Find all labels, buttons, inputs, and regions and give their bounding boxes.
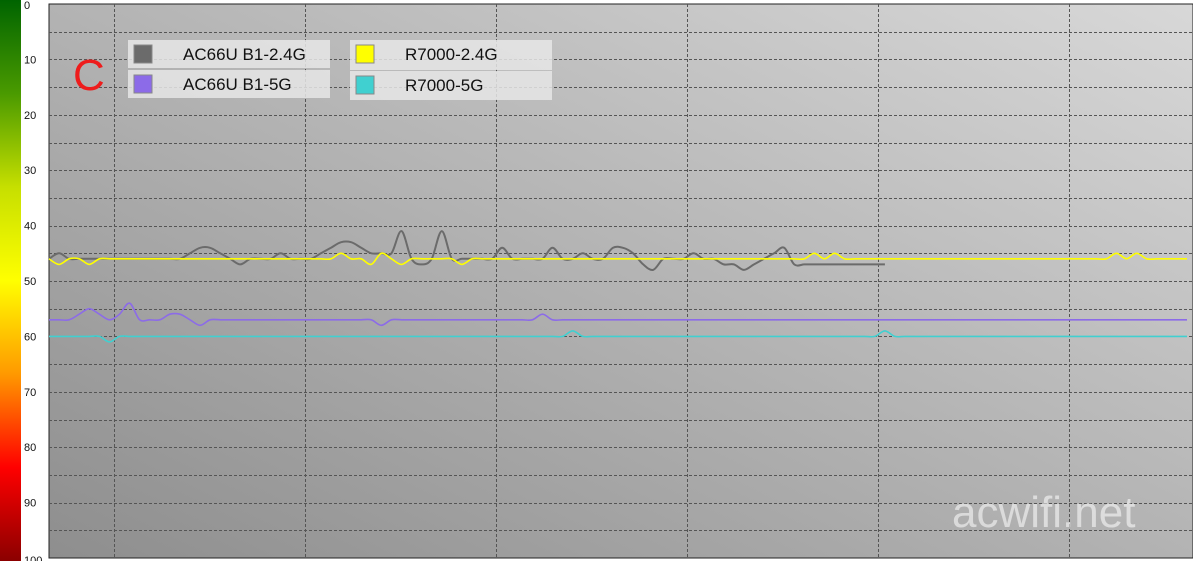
- y-tick-label: 10: [24, 54, 36, 66]
- y-tick-label: 50: [24, 276, 36, 288]
- signal-chart: 0 10 20 30 40 50 60 70 80 90 100 AC66U B1-2.4G AC66…: [0, 0, 1193, 561]
- y-tick-label: 70: [24, 387, 36, 399]
- legend-label-ac66u-b1-2-4g: AC66U B1-2.4G: [183, 45, 306, 64]
- y-tick-label: 20: [24, 110, 36, 122]
- y-tick-label: 30: [24, 165, 36, 177]
- signal-strength-gradient: [0, 0, 21, 561]
- y-tick-label: 60: [24, 331, 36, 343]
- chart-root: 0 10 20 30 40 50 60 70 80 90 100 AC66U B1-2.4G AC66…: [0, 0, 1193, 561]
- y-tick-label: 40: [24, 221, 36, 233]
- legend-label-r7000-2-4g: R7000-2.4G: [405, 45, 498, 64]
- annotation-letter: C: [73, 51, 105, 100]
- legend-label-ac66u-b1-5g: AC66U B1-5G: [183, 75, 292, 94]
- legend-swatch-ac66u-b1-2-4g: [133, 44, 153, 64]
- legend-swatch-r7000-5g: [355, 75, 375, 95]
- legend-swatch-r7000-2-4g: [355, 44, 375, 64]
- y-tick-label: 80: [24, 442, 36, 454]
- legend-label-r7000-5g: R7000-5G: [405, 76, 483, 95]
- watermark-text: acwifi.net: [952, 488, 1135, 537]
- y-tick-label: 0: [24, 0, 30, 12]
- y-tick-label: 100: [24, 555, 42, 561]
- y-tick-label: 90: [24, 498, 36, 510]
- legend-swatch-ac66u-b1-5g: [133, 74, 153, 94]
